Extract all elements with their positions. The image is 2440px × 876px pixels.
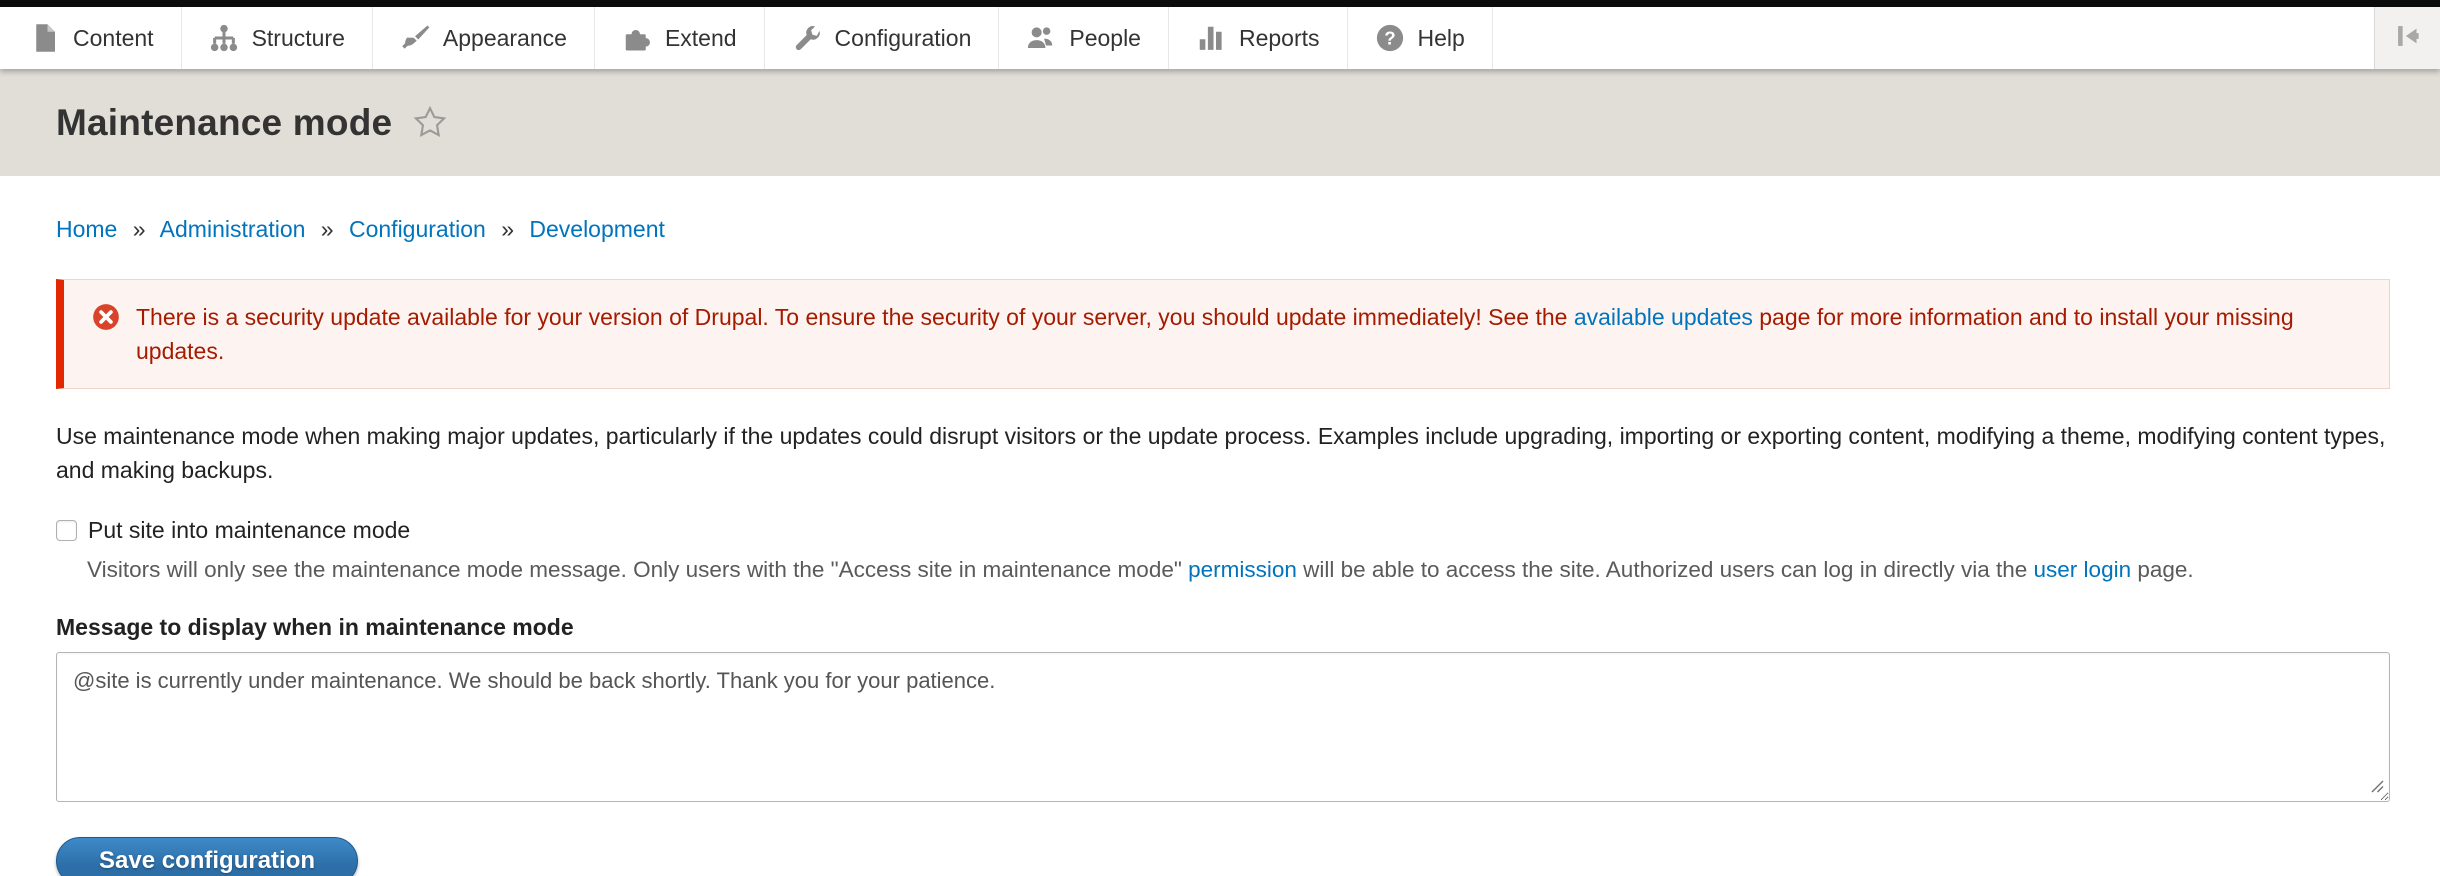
breadcrumb-separator: » — [321, 216, 334, 242]
reports-icon — [1196, 23, 1226, 53]
toolbar-tab-label: Extend — [665, 25, 737, 52]
content-icon — [30, 23, 60, 53]
maintenance-message-textarea[interactable]: @site is currently under maintenance. We… — [56, 652, 2390, 802]
message-textarea-wrapper: @site is currently under maintenance. We… — [56, 652, 2390, 807]
breadcrumb: Home » Administration » Configuration » … — [56, 216, 2390, 243]
error-message-text: There is a security update available for… — [136, 300, 2361, 368]
structure-icon — [209, 23, 239, 53]
breadcrumb-link-administration[interactable]: Administration — [160, 216, 306, 242]
toolbar-tab-label: Reports — [1239, 25, 1320, 52]
breadcrumb-link-home[interactable]: Home — [56, 216, 117, 242]
description-text: will be able to access the site. Authori… — [1297, 557, 2034, 582]
maintenance-mode-checkbox-row: Put site into maintenance mode — [56, 517, 2390, 544]
page-title: Maintenance mode — [56, 102, 392, 144]
user-login-link[interactable]: user login — [2034, 557, 2132, 582]
toolbar-tab-label: Structure — [252, 25, 345, 52]
help-icon: ? — [1375, 23, 1405, 53]
collapse-toolbar-icon — [2391, 19, 2425, 58]
people-icon — [1026, 23, 1056, 53]
toolbar-tab-people[interactable]: People — [999, 7, 1169, 69]
page-header: Maintenance mode — [0, 69, 2440, 176]
toolbar-tab-label: People — [1069, 25, 1141, 52]
toolbar-tab-label: Appearance — [443, 25, 567, 52]
breadcrumb-link-configuration[interactable]: Configuration — [349, 216, 486, 242]
main-content: Home » Administration » Configuration » … — [0, 216, 2440, 876]
breadcrumb-separator: » — [501, 216, 514, 242]
collapse-toolbar-button[interactable] — [2374, 7, 2440, 69]
maintenance-mode-checkbox-label[interactable]: Put site into maintenance mode — [88, 517, 410, 544]
toolbar-tab-label: Content — [73, 25, 154, 52]
appearance-icon — [400, 23, 430, 53]
breadcrumb-separator: » — [133, 216, 146, 242]
permission-link[interactable]: permission — [1188, 557, 1297, 582]
top-strip — [0, 0, 2440, 7]
toolbar-tab-extend[interactable]: Extend — [595, 7, 765, 69]
error-circle-x-icon — [92, 303, 120, 336]
extend-icon — [622, 23, 652, 53]
form-actions: Save configuration — [56, 837, 2390, 876]
toolbar-spacer — [1493, 7, 2374, 69]
toolbar-tab-label: Configuration — [835, 25, 972, 52]
toolbar-tab-reports[interactable]: Reports — [1169, 7, 1348, 69]
maintenance-mode-checkbox[interactable] — [56, 520, 77, 541]
maintenance-mode-description: Visitors will only see the maintenance m… — [87, 554, 2390, 586]
save-configuration-button[interactable]: Save configuration — [56, 837, 358, 876]
admin-toolbar: Content Structure Appearance Extend Conf… — [0, 7, 2440, 69]
svg-text:?: ? — [1384, 27, 1395, 48]
maintenance-mode-intro-text: Use maintenance mode when making major u… — [56, 419, 2390, 487]
star-outline-icon[interactable] — [412, 104, 448, 145]
toolbar-tab-content[interactable]: Content — [0, 7, 182, 69]
breadcrumb-link-development[interactable]: Development — [529, 216, 665, 242]
available-updates-link[interactable]: available updates — [1574, 304, 1753, 330]
message-field-label: Message to display when in maintenance m… — [56, 614, 2390, 641]
toolbar-tab-structure[interactable]: Structure — [182, 7, 373, 69]
description-text: page. — [2131, 557, 2194, 582]
toolbar-tab-label: Help — [1418, 25, 1465, 52]
description-text: Visitors will only see the maintenance m… — [87, 557, 1188, 582]
toolbar-tab-configuration[interactable]: Configuration — [765, 7, 1000, 69]
error-text-before-link: There is a security update available for… — [136, 304, 1574, 330]
toolbar-tab-help[interactable]: ? Help — [1348, 7, 1493, 69]
toolbar-tab-appearance[interactable]: Appearance — [373, 7, 595, 69]
configuration-icon — [792, 23, 822, 53]
security-update-error-message: There is a security update available for… — [56, 279, 2390, 389]
